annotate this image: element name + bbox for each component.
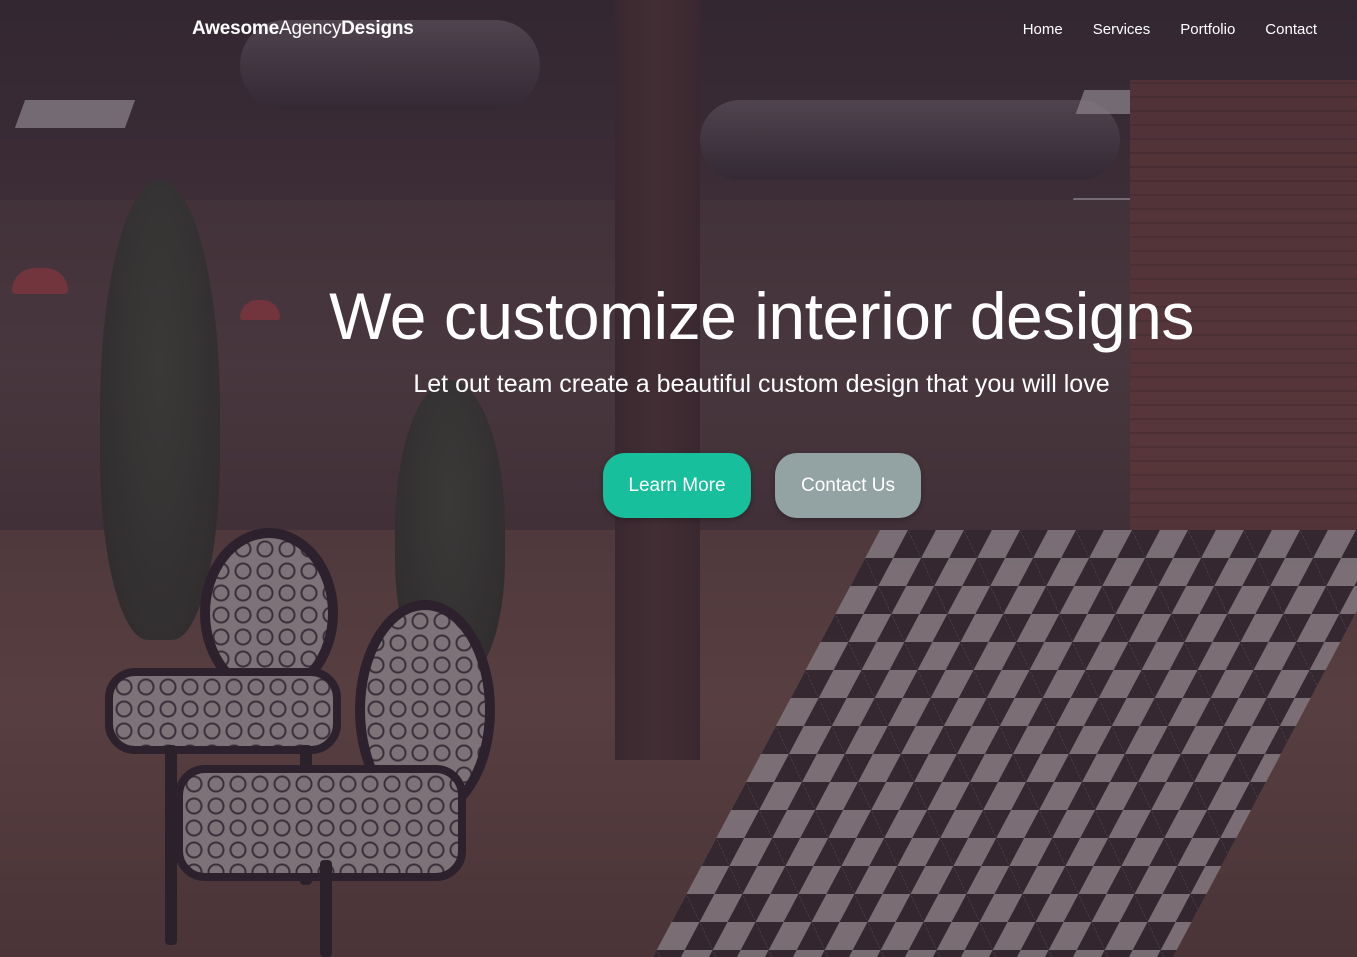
brand-part-awesome: Awesome [192, 18, 279, 39]
learn-more-button[interactable]: Learn More [603, 453, 751, 518]
landing-page: AwesomeAgencyDesigns Home Services Portf… [0, 0, 1357, 957]
hero-title: We customize interior designs [329, 279, 1194, 353]
brand-part-designs: Designs [341, 18, 414, 39]
nav-link-services[interactable]: Services [1093, 21, 1151, 38]
nav-item: Home [1023, 21, 1063, 39]
contact-us-button[interactable]: Contact Us [775, 453, 921, 518]
hero-subtitle: Let out team create a beautiful custom d… [413, 370, 1110, 398]
nav-link-home[interactable]: Home [1023, 21, 1063, 38]
nav-item: Services [1093, 21, 1151, 39]
nav-menu: Home Services Portfolio Contact [1023, 21, 1317, 39]
nav-item: Contact [1265, 21, 1317, 39]
hero-buttons: Learn More Contact Us [603, 453, 921, 518]
nav-link-portfolio[interactable]: Portfolio [1180, 21, 1235, 38]
brand-part-agency: Agency [278, 18, 342, 39]
nav-item: Portfolio [1180, 21, 1235, 39]
top-navbar: AwesomeAgencyDesigns Home Services Portf… [0, 0, 1357, 62]
brand-logo[interactable]: AwesomeAgencyDesigns [192, 18, 414, 40]
nav-link-contact[interactable]: Contact [1265, 21, 1317, 38]
